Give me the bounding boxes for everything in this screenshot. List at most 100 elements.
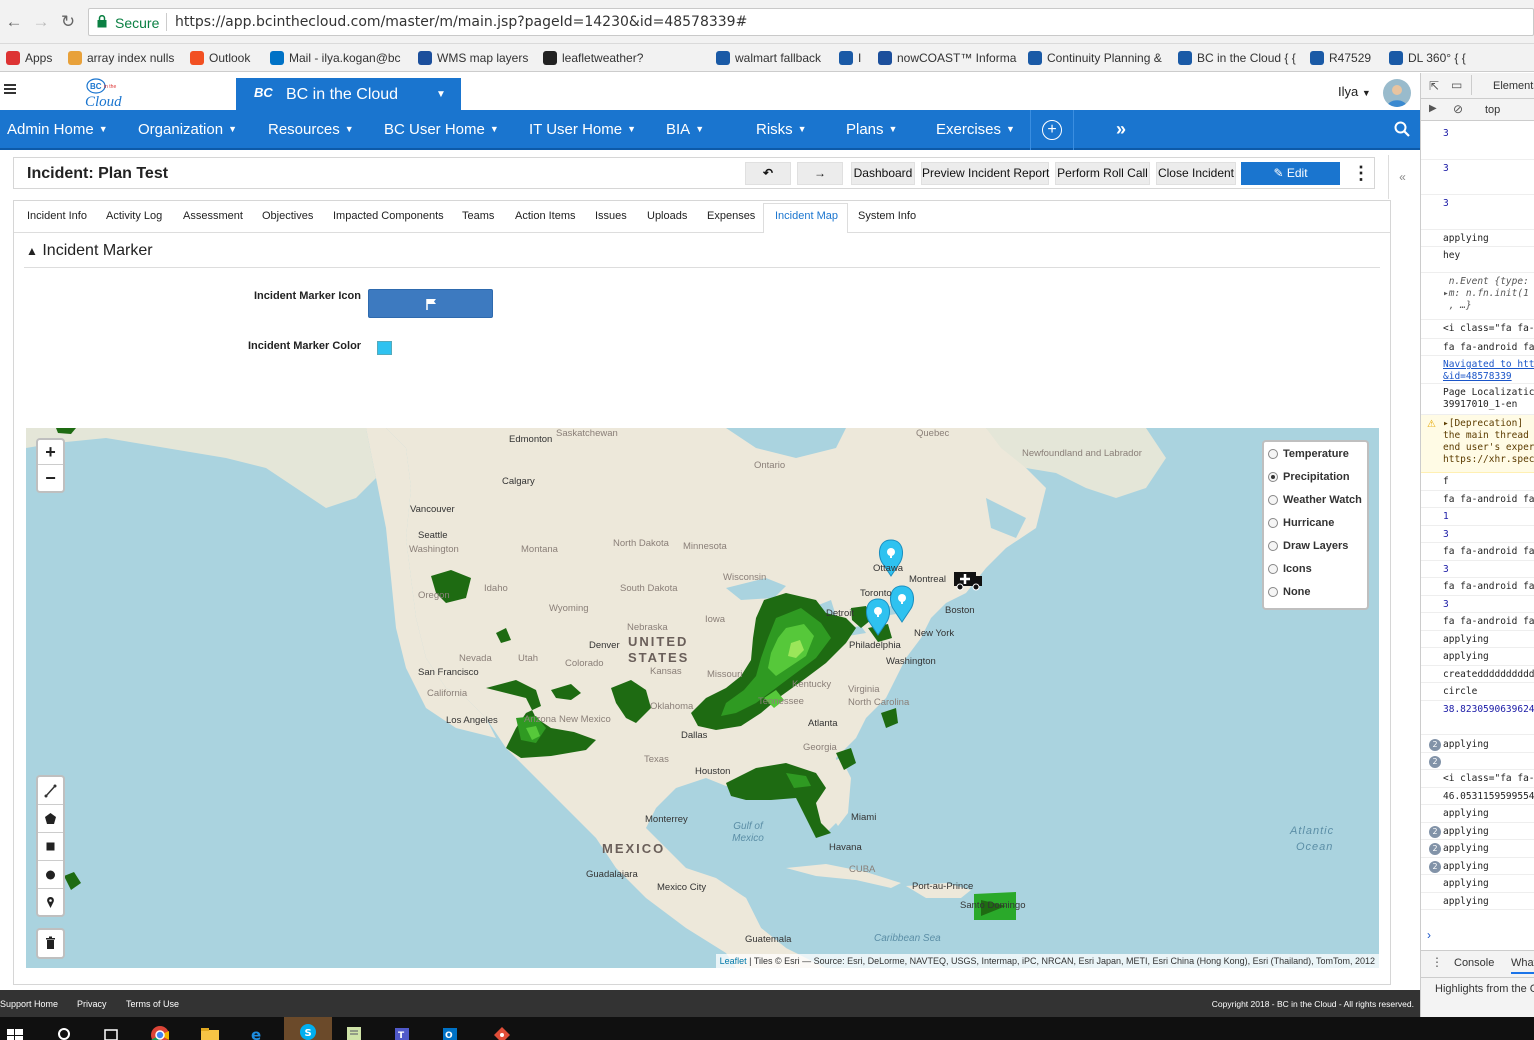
bookmark-item[interactable]: BC in the Cloud { { <box>1178 49 1296 67</box>
radio-button[interactable] <box>1268 518 1278 528</box>
skype-taskbar-item[interactable]: S <box>284 1017 332 1040</box>
user-menu[interactable]: Ilya ▼ <box>1338 84 1371 99</box>
privacy-link[interactable]: Privacy <box>77 999 107 1009</box>
bookmark-item[interactable]: DL 360° { { <box>1389 49 1466 67</box>
forward-icon[interactable]: → <box>31 12 51 32</box>
forward-button[interactable]: → <box>797 162 843 185</box>
bookmark-item[interactable]: I <box>839 49 861 67</box>
more-options-icon[interactable]: ⋮ <box>1352 163 1370 185</box>
draw-polyline-button[interactable] <box>38 777 63 805</box>
marker-icon-picker[interactable] <box>368 289 493 318</box>
elements-tab[interactable]: Elements <box>1493 80 1534 92</box>
reload-icon[interactable]: ↻ <box>58 12 78 32</box>
zoom-out-button[interactable]: − <box>38 466 63 491</box>
layer-option-precipitation[interactable]: Precipitation <box>1268 471 1350 483</box>
edit-button[interactable]: ✎ Edit <box>1241 162 1340 185</box>
nav-item-it-user-home[interactable]: IT User Home ▼ <box>529 121 636 138</box>
chrome-icon[interactable] <box>148 1021 172 1040</box>
file-explorer-icon[interactable] <box>198 1021 222 1040</box>
radio-button[interactable] <box>1268 587 1278 597</box>
tab-objectives[interactable]: Objectives <box>262 210 313 222</box>
support-home-link[interactable]: Support Home <box>0 999 58 1009</box>
nav-item-risks[interactable]: Risks ▼ <box>756 121 807 138</box>
incident-map[interactable]: Saskatchewan Edmonton Quebec Ontario Newfoun… <box>26 428 1379 968</box>
context-select[interactable]: top <box>1485 104 1500 116</box>
clear-console-icon[interactable]: ⊘ <box>1453 102 1463 116</box>
tab-action-items[interactable]: Action Items <box>515 210 576 222</box>
radio-button[interactable] <box>1268 541 1278 551</box>
console-drawer-tab[interactable]: Console <box>1454 957 1494 969</box>
layer-option-temperature[interactable]: Temperature <box>1268 448 1349 460</box>
task-view-icon[interactable] <box>100 1021 124 1040</box>
git-tool-icon[interactable] <box>490 1021 514 1040</box>
bookmark-item[interactable]: Outlook <box>190 49 250 67</box>
tab-uploads[interactable]: Uploads <box>647 210 687 222</box>
bookmark-item[interactable]: Apps <box>6 49 52 67</box>
collapse-panel-icon[interactable]: « <box>1388 155 1416 199</box>
bookmark-item[interactable]: array index nulls <box>68 49 174 67</box>
device-icon[interactable]: ▭ <box>1451 78 1462 92</box>
layer-option-icons[interactable]: Icons <box>1268 563 1312 575</box>
bookmark-item[interactable]: walmart fallback <box>716 49 821 67</box>
tab-activity-log[interactable]: Activity Log <box>106 210 162 222</box>
teams-icon[interactable]: T <box>392 1021 416 1040</box>
bc-cloud-logo[interactable]: BC in the Cloud <box>82 77 132 109</box>
tab-system-info[interactable]: System Info <box>858 210 916 222</box>
app-switcher-tab[interactable]: BC BC in the Cloud ▼ <box>236 78 461 110</box>
draw-polygon-button[interactable] <box>38 805 63 833</box>
draw-rectangle-button[interactable] <box>38 833 63 861</box>
section-header[interactable]: ▲ Incident Marker <box>24 235 1380 268</box>
nav-item-organization[interactable]: Organization ▼ <box>138 121 237 138</box>
back-icon[interactable]: ← <box>4 12 24 32</box>
inspect-icon[interactable]: ⇱ <box>1429 79 1439 93</box>
layer-option-none[interactable]: None <box>1268 586 1311 598</box>
roll-call-button[interactable]: Perform Roll Call <box>1055 162 1150 185</box>
bookmark-item[interactable]: Mail - ilya.kogan@bc <box>270 49 401 67</box>
console-prompt-icon[interactable]: › <box>1427 928 1431 942</box>
edge-icon[interactable]: e <box>246 1021 270 1040</box>
notepad-icon[interactable] <box>342 1021 366 1040</box>
nav-item-resources[interactable]: Resources ▼ <box>268 121 354 138</box>
address-bar[interactable]: Secure https://app.bcinthecloud.com/mast… <box>88 8 1534 36</box>
bookmark-item[interactable]: Continuity Planning & <box>1028 49 1162 67</box>
tab-impacted-components[interactable]: Impacted Components <box>333 210 444 222</box>
url-text[interactable]: https://app.bcinthecloud.com/master/m/ma… <box>175 14 747 30</box>
sidebar-toggle-icon[interactable]: ▶ <box>1429 103 1437 114</box>
outlook-icon[interactable]: O <box>440 1021 464 1040</box>
preview-report-button[interactable]: Preview Incident Report <box>921 162 1049 185</box>
tab-assessment[interactable]: Assessment <box>183 210 243 222</box>
drawer-menu-icon[interactable]: ⋮ <box>1431 955 1443 969</box>
whats-new-tab[interactable]: What <box>1511 957 1534 974</box>
draw-marker-button[interactable] <box>38 889 63 917</box>
tab-incident-map[interactable]: Incident Map <box>775 210 838 222</box>
radio-button[interactable] <box>1268 472 1278 482</box>
leaflet-link[interactable]: Leaflet <box>720 956 747 966</box>
draw-circle-button[interactable] <box>38 861 63 889</box>
tab-incident-info[interactable]: Incident Info <box>27 210 87 222</box>
tab-teams[interactable]: Teams <box>462 210 494 222</box>
radio-button[interactable] <box>1268 495 1278 505</box>
bookmark-item[interactable]: nowCOAST™ Informa <box>878 49 1016 67</box>
search-icon[interactable] <box>1394 121 1410 137</box>
undo-button[interactable]: ↶ <box>745 162 791 185</box>
hamburger-menu-icon[interactable] <box>4 83 16 95</box>
layer-option-draw-layers[interactable]: Draw Layers <box>1268 540 1348 552</box>
nav-item-plans[interactable]: Plans ▼ <box>846 121 897 138</box>
nav-item-bia[interactable]: BIA ▼ <box>666 121 704 138</box>
double-chevron-right-icon[interactable]: » <box>1116 119 1126 140</box>
zoom-in-button[interactable]: + <box>38 440 63 465</box>
nav-item-exercises[interactable]: Exercises ▼ <box>936 121 1015 138</box>
close-incident-button[interactable]: Close Incident <box>1156 162 1236 185</box>
add-circle-icon[interactable]: + <box>1042 120 1062 140</box>
nav-item-admin-home[interactable]: Admin Home ▼ <box>7 121 108 138</box>
bookmark-item[interactable]: R47529 <box>1310 49 1371 67</box>
search-icon[interactable] <box>52 1021 76 1040</box>
nav-item-bc-user-home[interactable]: BC User Home ▼ <box>384 121 499 138</box>
radio-button[interactable] <box>1268 564 1278 574</box>
layer-option-weather-watch[interactable]: Weather Watch <box>1268 494 1362 506</box>
marker-color-swatch[interactable] <box>377 341 392 355</box>
tab-issues[interactable]: Issues <box>595 210 627 222</box>
bookmark-item[interactable]: WMS map layers <box>418 49 528 67</box>
terms-link[interactable]: Terms of Use <box>126 999 179 1009</box>
windows-start-icon[interactable] <box>4 1021 28 1040</box>
